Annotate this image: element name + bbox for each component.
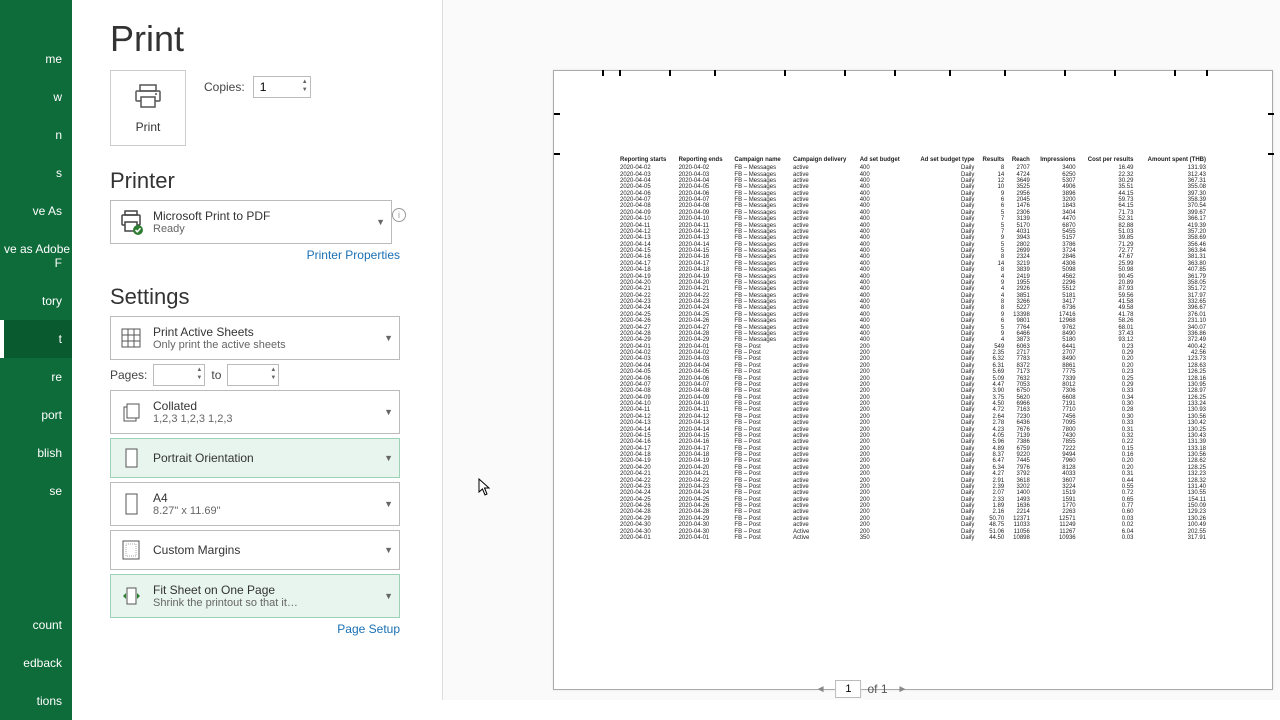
page-to-input[interactable] <box>228 368 268 382</box>
sidebar-item[interactable]: n <box>0 116 72 154</box>
paper-sub: 8.27" x 11.69" <box>153 505 221 517</box>
table-header: Reporting ends <box>677 157 733 165</box>
orientation-label: Portrait Orientation <box>153 451 254 465</box>
sidebar-item[interactable]: t <box>0 320 72 358</box>
printer-dropdown[interactable]: Microsoft Print to PDF Ready ▼ <box>110 200 392 244</box>
sidebar-item[interactable]: count <box>0 606 72 644</box>
backstage-sidebar: mewnsve Asve as Adobe Ftorytreportblishs… <box>0 0 72 720</box>
spinner-arrows-icon[interactable]: ▲▼ <box>302 78 308 94</box>
printer-name: Microsoft Print to PDF <box>153 209 270 223</box>
table-header: Results <box>976 157 1006 165</box>
sidebar-item[interactable]: re <box>0 358 72 396</box>
page-total: of 1 <box>867 682 887 696</box>
collate-sub: 1,2,3 1,2,3 1,2,3 <box>153 413 233 425</box>
page-from-input[interactable] <box>154 368 194 382</box>
sidebar-item[interactable]: tions <box>0 682 72 720</box>
table-header: Ad set budget type <box>909 157 976 165</box>
margins-icon <box>117 536 145 564</box>
preview-page: Reporting startsReporting endsCampaign n… <box>553 70 1273 690</box>
table-header: Reporting starts <box>618 157 677 165</box>
margins-dropdown[interactable]: Custom Margins ▼ <box>110 530 400 570</box>
preview-table: Reporting startsReporting endsCampaign n… <box>618 157 1208 541</box>
chevron-down-icon: ▼ <box>384 333 393 343</box>
chevron-down-icon: ▼ <box>376 217 385 227</box>
orientation-dropdown[interactable]: Portrait Orientation ▼ <box>110 438 400 478</box>
page-from-spinner[interactable]: ▲▼ <box>153 364 205 386</box>
printer-ready-icon <box>117 208 145 236</box>
collate-title: Collated <box>153 399 233 413</box>
chevron-down-icon: ▼ <box>384 453 393 463</box>
printer-status: Ready <box>153 223 270 235</box>
copies-spinner[interactable]: ▲▼ <box>253 76 311 98</box>
table-header: Amount spent (THB) <box>1135 157 1208 165</box>
pages-label: Pages: <box>110 368 147 382</box>
fit-icon <box>117 582 145 610</box>
print-backstage: Print Print Copies: ▲▼ Printer i <box>72 0 1280 720</box>
spinner-arrows-icon[interactable]: ▲▼ <box>270 366 276 382</box>
printer-icon <box>132 83 164 114</box>
print-button-label: Print <box>136 120 161 134</box>
info-icon[interactable]: i <box>392 208 406 222</box>
page-icon <box>117 490 145 518</box>
chevron-down-icon: ▼ <box>384 499 393 509</box>
sidebar-item[interactable]: ve As <box>0 192 72 230</box>
page-setup-link[interactable]: Page Setup <box>110 622 400 636</box>
prev-page-button[interactable]: ◄ <box>812 684 830 695</box>
table-header: Impressions <box>1032 157 1078 165</box>
next-page-button[interactable]: ► <box>894 684 912 695</box>
collate-dropdown[interactable]: Collated 1,2,3 1,2,3 1,2,3 ▼ <box>110 390 400 434</box>
sidebar-item[interactable]: w <box>0 78 72 116</box>
scaling-title: Fit Sheet on One Page <box>153 583 298 597</box>
table-header: Reach <box>1006 157 1032 165</box>
table-header: Campaign delivery <box>791 157 858 165</box>
paper-title: A4 <box>153 491 221 505</box>
pages-to-label: to <box>211 368 221 382</box>
scaling-sub: Shrink the printout so that it… <box>153 597 298 609</box>
table-row: 2020-04-012020-04-01FB – PostActive350Da… <box>618 535 1208 541</box>
sidebar-item[interactable]: port <box>0 396 72 434</box>
settings-heading: Settings <box>110 284 400 310</box>
print-button[interactable]: Print <box>110 70 186 146</box>
sidebar-item[interactable]: me <box>0 40 72 78</box>
page-to-spinner[interactable]: ▲▼ <box>227 364 279 386</box>
sidebar-item[interactable]: s <box>0 154 72 192</box>
current-page-input[interactable] <box>835 680 861 698</box>
sidebar-item[interactable]: ve as Adobe F <box>0 230 72 282</box>
table-header: Ad set budget <box>858 157 909 165</box>
chevron-down-icon: ▼ <box>384 591 393 601</box>
print-what-title: Print Active Sheets <box>153 325 286 339</box>
scaling-dropdown[interactable]: Fit Sheet on One Page Shrink the printou… <box>110 574 400 618</box>
sidebar-item[interactable]: se <box>0 472 72 510</box>
chevron-down-icon: ▼ <box>384 545 393 555</box>
print-what-dropdown[interactable]: Print Active Sheets Only print the activ… <box>110 316 400 360</box>
sheets-icon <box>117 324 145 352</box>
portrait-icon <box>117 444 145 472</box>
table-header: Campaign name <box>732 157 791 165</box>
page-navigator: ◄ of 1 ► <box>812 680 912 698</box>
print-what-sub: Only print the active sheets <box>153 339 286 351</box>
copies-input[interactable] <box>254 80 294 94</box>
printer-heading: Printer <box>110 168 400 194</box>
copies-label: Copies: <box>204 80 245 94</box>
spinner-arrows-icon[interactable]: ▲▼ <box>196 366 202 382</box>
printer-properties-link[interactable]: Printer Properties <box>110 248 400 262</box>
print-preview: Reporting startsReporting endsCampaign n… <box>442 0 1280 700</box>
margins-label: Custom Margins <box>153 543 240 557</box>
sidebar-item[interactable]: tory <box>0 282 72 320</box>
sidebar-item[interactable]: blish <box>0 434 72 472</box>
table-header: Cost per results <box>1078 157 1136 165</box>
paper-size-dropdown[interactable]: A4 8.27" x 11.69" ▼ <box>110 482 400 526</box>
collate-icon <box>117 398 145 426</box>
sidebar-item[interactable]: edback <box>0 644 72 682</box>
chevron-down-icon: ▼ <box>384 407 393 417</box>
